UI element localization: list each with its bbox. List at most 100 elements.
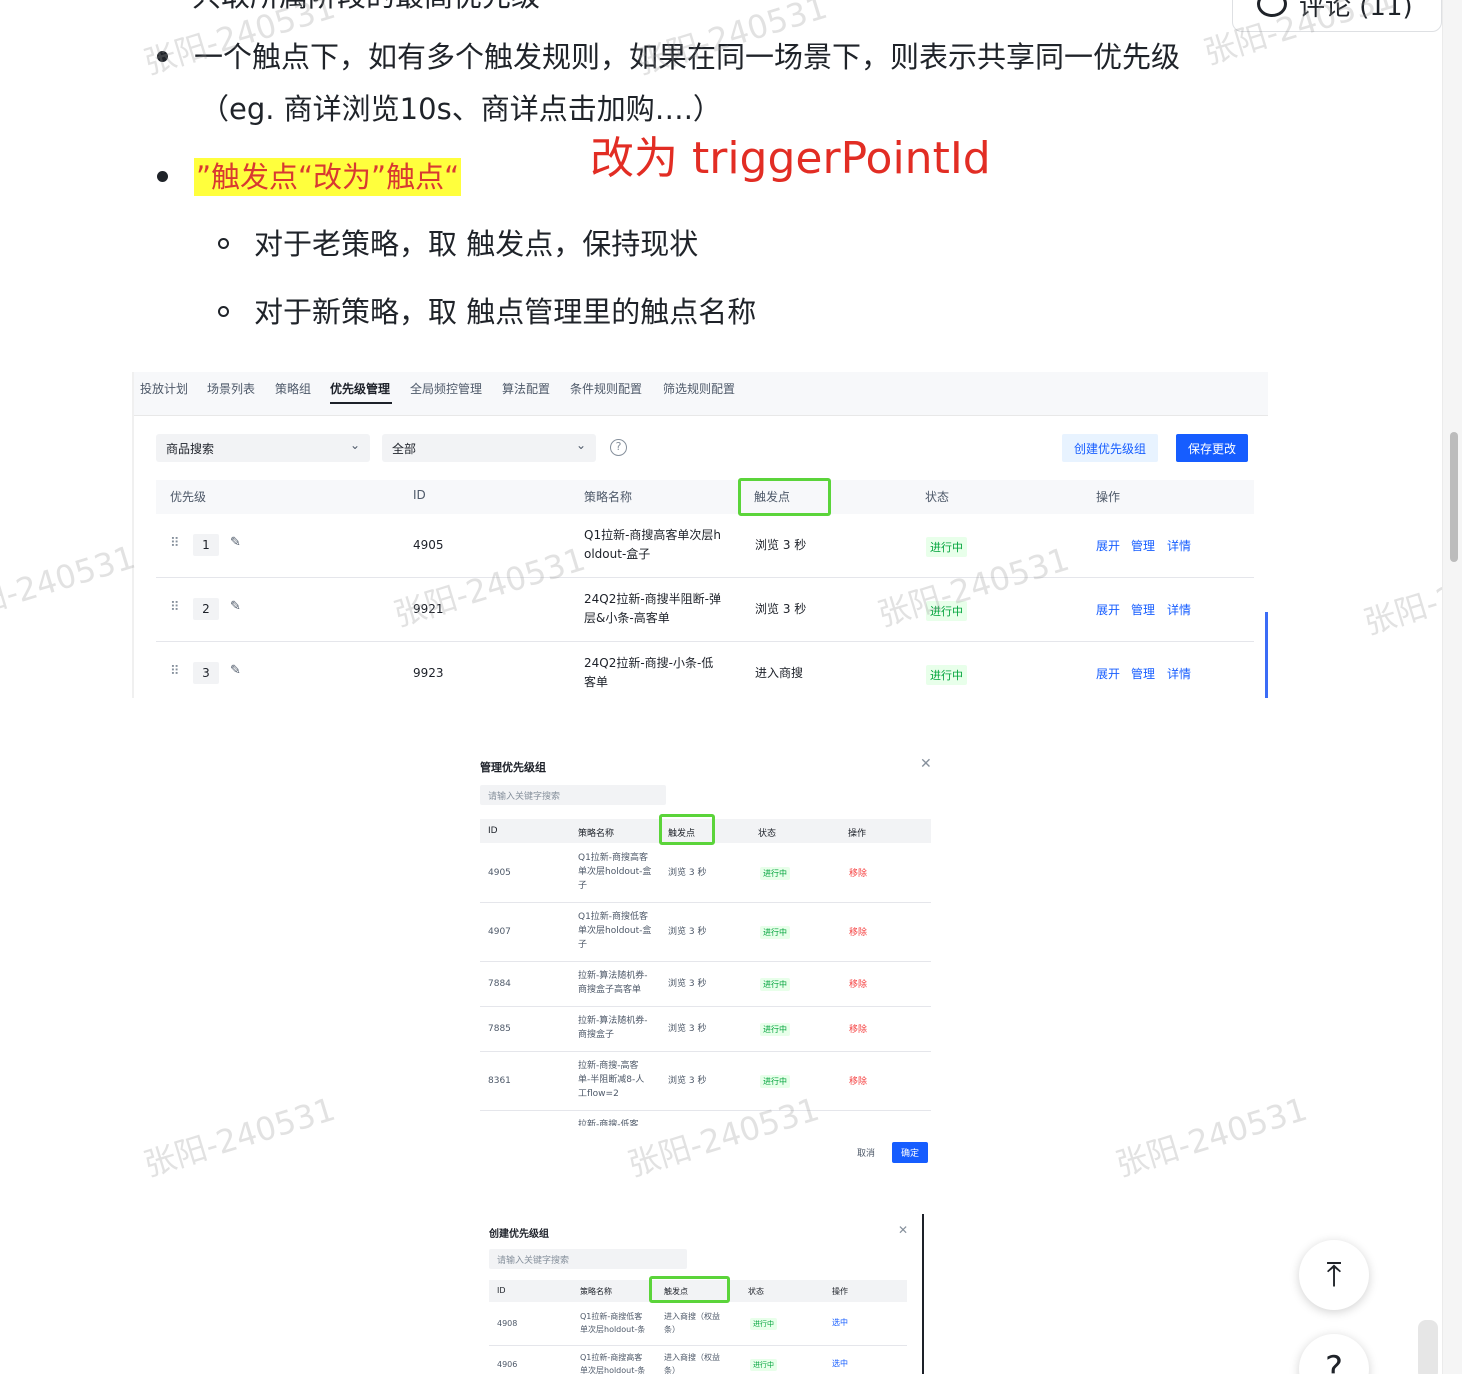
row-divider xyxy=(480,1006,931,1007)
row-id: 4906 xyxy=(497,1360,518,1369)
watermark: 张阳-240531 xyxy=(1111,1089,1312,1184)
row-name: 层&小条-高客单 xyxy=(584,611,670,625)
details-link[interactable]: 详情 xyxy=(1167,665,1191,682)
row-trigger: 浏览 3 秒 xyxy=(668,868,707,878)
priority-number: 3 xyxy=(193,662,219,684)
close-icon[interactable]: ✕ xyxy=(920,756,932,772)
remove-link[interactable]: 移除 xyxy=(849,925,867,938)
remove-link[interactable]: 移除 xyxy=(849,866,867,879)
status-badge: 进行中 xyxy=(760,867,790,880)
expand-link[interactable]: 展开 xyxy=(1096,537,1120,554)
scrollbar-thumb[interactable] xyxy=(1450,432,1458,562)
manage-link[interactable]: 管理 xyxy=(1131,665,1155,682)
row-trigger: 进入商搜（权益 xyxy=(664,1312,720,1321)
row-name: 24Q2拉新-商搜-小条-低 xyxy=(584,656,714,670)
row-id: 4907 xyxy=(488,927,511,937)
chevron-down-icon: ⌄ xyxy=(349,438,360,452)
sub-bullet2-text: 对于新策略，取 触点管理里的触点名称 xyxy=(254,295,757,329)
bullet-dot xyxy=(157,171,168,182)
drag-handle-icon[interactable]: ⠿ xyxy=(170,664,180,679)
drag-handle-icon[interactable]: ⠿ xyxy=(170,536,180,551)
manage-priority-group-dialog: 管理优先级组 ✕ 请输入关键字搜索 ID 策略名称 触发点 状态 操作 4905… xyxy=(472,748,942,1168)
row-divider xyxy=(489,1345,907,1346)
highlight-box xyxy=(738,478,831,516)
column-header: 状态 xyxy=(748,1287,764,1296)
row-name: 单次层holdout-盒 xyxy=(578,867,652,877)
row-name: 工flow=2 xyxy=(578,1089,619,1099)
tab-plan[interactable]: 投放计划 xyxy=(140,380,188,397)
confirm-button[interactable]: 确定 xyxy=(892,1142,929,1163)
tab-filter-rules[interactable]: 筛选规则配置 xyxy=(663,380,735,397)
row-name: 子 xyxy=(578,881,588,891)
edit-icon[interactable]: ✎ xyxy=(230,535,241,550)
row-id: 9923 xyxy=(413,666,444,680)
row-trigger: 进入商搜（权益 xyxy=(664,1353,720,1362)
watermark: 张阳-240531 xyxy=(0,537,140,632)
back-to-top-icon: ⤒ xyxy=(1326,1255,1342,1295)
row-trigger: 浏览 3 秒 xyxy=(755,538,807,552)
comment-label: 评论 (11) xyxy=(1299,0,1413,22)
tab-algorithm[interactable]: 算法配置 xyxy=(502,380,550,397)
scrollbar-thumb-secondary[interactable] xyxy=(1418,1320,1438,1374)
sub-bullet-ring xyxy=(218,306,229,317)
edit-icon[interactable]: ✎ xyxy=(230,663,241,678)
remove-link[interactable]: 移除 xyxy=(849,977,867,990)
row-name: 拉新-算法随机券- xyxy=(578,971,648,981)
comment-button[interactable]: 评论 (11) xyxy=(1232,0,1442,32)
row-trigger: 条） xyxy=(664,1366,680,1374)
priority-management-screenshot: 投放计划 场景列表 策略组 优先级管理 全局频控管理 算法配置 条件规则配置 筛… xyxy=(132,372,1268,698)
create-priority-group-button[interactable]: 创建优先级组 xyxy=(1062,434,1159,462)
row-id: 7884 xyxy=(488,979,511,989)
drag-handle-icon[interactable]: ⠿ xyxy=(170,600,180,615)
help-button[interactable]: ? xyxy=(1299,1334,1369,1374)
row-trigger: 浏览 3 秒 xyxy=(668,927,707,937)
tab-condition-rules[interactable]: 条件规则配置 xyxy=(570,380,642,397)
dialog-title: 管理优先级组 xyxy=(480,761,546,774)
details-link[interactable]: 详情 xyxy=(1167,601,1191,618)
tab-scenes[interactable]: 场景列表 xyxy=(207,380,255,397)
bullet-dot xyxy=(157,51,168,62)
row-divider xyxy=(480,1051,931,1052)
scene-select[interactable]: 商品搜索 ⌄ xyxy=(156,434,370,462)
expand-link[interactable]: 展开 xyxy=(1096,665,1120,682)
select-link[interactable]: 选中 xyxy=(832,1358,848,1369)
column-header: 优先级 xyxy=(170,490,207,504)
column-header: 策略名称 xyxy=(578,829,615,839)
help-circle-icon[interactable]: ? xyxy=(610,439,627,456)
highlight-box xyxy=(659,814,715,845)
status-select[interactable]: 全部 ⌄ xyxy=(382,434,596,462)
select-link[interactable]: 选中 xyxy=(832,1317,848,1328)
manage-link[interactable]: 管理 xyxy=(1131,537,1155,554)
bullet2-text: ”触发点“改为”触点“ xyxy=(194,157,462,197)
cancel-button[interactable]: 取消 xyxy=(848,1142,884,1163)
chevron-down-icon: ⌄ xyxy=(575,438,586,452)
status-badge: 进行中 xyxy=(926,665,967,685)
scrollbar-track[interactable] xyxy=(1442,0,1462,1374)
details-link[interactable]: 详情 xyxy=(1167,537,1191,554)
row-name: 客单 xyxy=(584,675,609,689)
tab-priority[interactable]: 优先级管理 xyxy=(330,380,390,397)
row-divider xyxy=(480,1110,931,1111)
bullet1-text: 一个触点下，如有多个触发规则，如果在同一场景下，则表示共享同一优先级 xyxy=(194,40,1181,74)
search-input[interactable]: 请输入关键字搜索 xyxy=(480,785,666,805)
comment-icon xyxy=(1257,0,1287,17)
row-id: 8361 xyxy=(488,1076,511,1086)
close-icon[interactable]: ✕ xyxy=(898,1223,908,1237)
tab-strategy-group[interactable]: 策略组 xyxy=(275,380,311,397)
tab-frequency[interactable]: 全局频控管理 xyxy=(410,380,482,397)
status-badge: 进行中 xyxy=(760,926,790,939)
remove-link[interactable]: 移除 xyxy=(849,1022,867,1035)
row-id: 9921 xyxy=(413,602,444,616)
search-input[interactable]: 请输入关键字搜索 xyxy=(489,1249,687,1269)
save-changes-button[interactable]: 保存更改 xyxy=(1176,434,1249,462)
remove-link[interactable]: 移除 xyxy=(849,1074,867,1087)
bullet1-text-cont: （eg. 商详浏览10s、商详点击加购….） xyxy=(200,92,722,126)
row-divider xyxy=(156,641,1254,642)
row-trigger: 浏览 3 秒 xyxy=(668,979,707,989)
row-trigger: 条） xyxy=(664,1325,680,1334)
back-to-top-button[interactable]: ⤒ xyxy=(1299,1240,1369,1310)
status-badge: 进行中 xyxy=(760,1075,790,1088)
manage-link[interactable]: 管理 xyxy=(1131,601,1155,618)
edit-icon[interactable]: ✎ xyxy=(230,599,241,614)
expand-link[interactable]: 展开 xyxy=(1096,601,1120,618)
